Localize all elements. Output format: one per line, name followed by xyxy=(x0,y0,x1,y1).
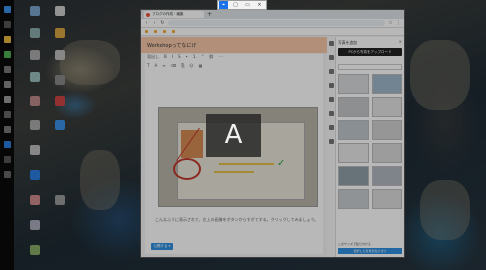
select-region-icon[interactable]: ⌖ xyxy=(219,1,228,9)
close-icon[interactable]: × xyxy=(255,1,264,9)
input-mode-indicator: A xyxy=(206,114,261,157)
capture-toolbar: ⌖ ▢ ▭ × xyxy=(217,0,267,10)
window-capture-icon[interactable]: ▢ xyxy=(231,1,240,9)
fullscreen-capture-icon[interactable]: ▭ xyxy=(243,1,252,9)
